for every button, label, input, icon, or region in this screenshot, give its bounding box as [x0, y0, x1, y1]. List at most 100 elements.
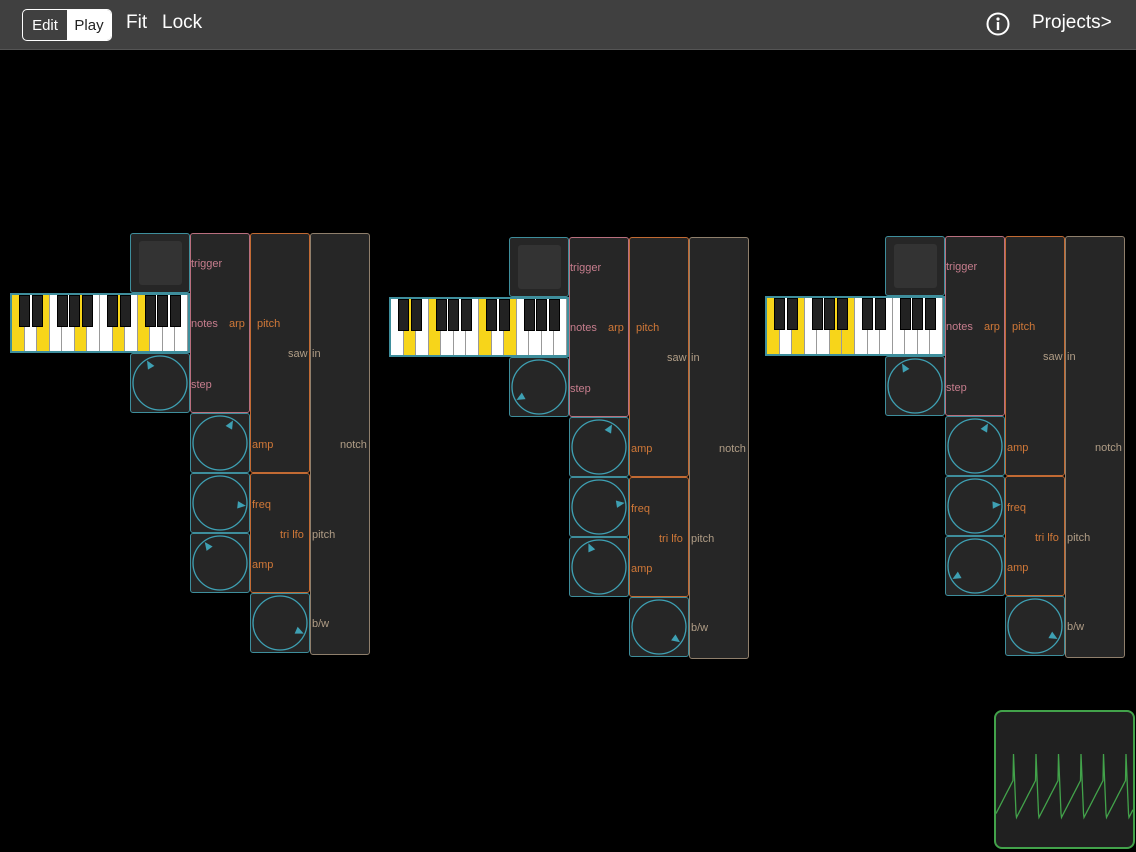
amp2-module[interactable]: [569, 537, 629, 597]
black-key[interactable]: [119, 295, 131, 328]
amp2-knob[interactable]: [945, 536, 1005, 596]
freq-module[interactable]: [569, 477, 629, 537]
trigger-button[interactable]: [894, 244, 937, 288]
port-label-pitch: pitch: [1067, 532, 1091, 544]
trigger-button[interactable]: [139, 241, 182, 285]
black-key[interactable]: [69, 295, 81, 328]
amp-knob[interactable]: [945, 416, 1005, 476]
port-label-tri-lfo: tri lfo: [1035, 532, 1059, 544]
trigger-button[interactable]: [518, 245, 561, 289]
bw-knob[interactable]: [250, 593, 310, 653]
black-key[interactable]: [56, 295, 68, 328]
black-key[interactable]: [31, 295, 43, 328]
port-label-freq: freq: [1007, 502, 1026, 514]
freq-knob[interactable]: [569, 477, 629, 537]
port-label-notch: notch: [719, 443, 746, 455]
black-key[interactable]: [824, 298, 836, 331]
port-label-pitch: pitch: [691, 533, 715, 545]
black-key[interactable]: [460, 299, 472, 332]
bw-knob[interactable]: [629, 597, 689, 657]
black-key[interactable]: [536, 299, 548, 332]
port-label-step: step: [570, 383, 591, 395]
freq-module[interactable]: [190, 473, 250, 533]
port-label-saw: saw: [667, 352, 687, 364]
black-key[interactable]: [398, 299, 410, 332]
black-key[interactable]: [169, 295, 181, 328]
amp2-module[interactable]: [190, 533, 250, 593]
black-key[interactable]: [874, 298, 886, 331]
freq-module[interactable]: [945, 476, 1005, 536]
black-key[interactable]: [924, 298, 936, 331]
port-label-saw: saw: [1043, 351, 1063, 363]
piano-keyboard[interactable]: [389, 297, 569, 357]
bw-knob[interactable]: [1005, 596, 1065, 656]
projects-button[interactable]: Projects>: [1032, 12, 1112, 34]
port-label-saw: saw: [288, 348, 308, 360]
freq-indicator: [237, 501, 246, 509]
black-key[interactable]: [486, 299, 498, 332]
synth-cluster: trigger notes step arp pitch saw in notch amp fre…: [765, 236, 1130, 661]
black-key[interactable]: [19, 295, 31, 328]
play-button[interactable]: Play: [67, 10, 111, 40]
black-key[interactable]: [786, 298, 798, 331]
black-key[interactable]: [774, 298, 786, 331]
port-label-notes: notes: [570, 322, 597, 334]
amp-knob[interactable]: [190, 413, 250, 473]
port-label-amp: amp: [252, 559, 274, 571]
amp-module[interactable]: [190, 413, 250, 473]
step-knob[interactable]: [509, 357, 569, 417]
port-label-amp: amp: [1007, 442, 1029, 454]
bw-module[interactable]: [1005, 596, 1065, 656]
info-icon[interactable]: [986, 12, 1010, 36]
trigger-pad[interactable]: [130, 233, 190, 293]
lock-button[interactable]: Lock: [162, 12, 202, 34]
step-module[interactable]: [509, 357, 569, 417]
step-module[interactable]: [885, 356, 945, 416]
freq-knob[interactable]: [190, 473, 250, 533]
amp2-knob[interactable]: [569, 537, 629, 597]
piano-keyboard[interactable]: [10, 293, 190, 353]
black-key[interactable]: [410, 299, 422, 332]
amp-module[interactable]: [569, 417, 629, 477]
step-knob[interactable]: [130, 353, 190, 413]
synth-cluster: trigger notes step arp pitch saw in notch amp fre…: [10, 233, 375, 658]
black-key[interactable]: [523, 299, 535, 332]
freq-indicator: [615, 500, 625, 508]
black-key[interactable]: [435, 299, 447, 332]
bw-module[interactable]: [250, 593, 310, 653]
step-knob[interactable]: [885, 356, 945, 416]
amp2-module[interactable]: [945, 536, 1005, 596]
piano-keyboard[interactable]: [765, 296, 945, 356]
fit-button[interactable]: Fit: [126, 12, 147, 34]
amp-module[interactable]: [945, 416, 1005, 476]
black-key[interactable]: [107, 295, 119, 328]
port-label-pitch: pitch: [257, 318, 281, 330]
black-key[interactable]: [448, 299, 460, 332]
black-key[interactable]: [498, 299, 510, 332]
bw-module[interactable]: [629, 597, 689, 657]
black-key[interactable]: [811, 298, 823, 331]
port-label-freq: freq: [631, 503, 650, 515]
step-module[interactable]: [130, 353, 190, 413]
amp-knob[interactable]: [569, 417, 629, 477]
freq-knob[interactable]: [945, 476, 1005, 536]
black-key[interactable]: [912, 298, 924, 331]
black-key[interactable]: [899, 298, 911, 331]
black-key[interactable]: [157, 295, 169, 328]
black-key[interactable]: [81, 295, 93, 328]
mode-toggle[interactable]: Edit Play: [22, 9, 112, 41]
port-label-in: in: [1067, 351, 1076, 363]
oscilloscope-preview[interactable]: [994, 710, 1135, 849]
port-label-arp: arp: [984, 321, 1000, 333]
amp2-knob[interactable]: [190, 533, 250, 593]
freq-indicator: [992, 501, 1001, 509]
black-key[interactable]: [862, 298, 874, 331]
trigger-pad[interactable]: [885, 236, 945, 296]
edit-button[interactable]: Edit: [23, 10, 67, 40]
black-key[interactable]: [548, 299, 560, 332]
trigger-pad[interactable]: [509, 237, 569, 297]
black-key[interactable]: [836, 298, 848, 331]
black-key[interactable]: [144, 295, 156, 328]
port-label-in: in: [691, 352, 700, 364]
patch-canvas[interactable]: trigger notes step arp pitch saw in notch amp fre…: [0, 50, 1136, 852]
